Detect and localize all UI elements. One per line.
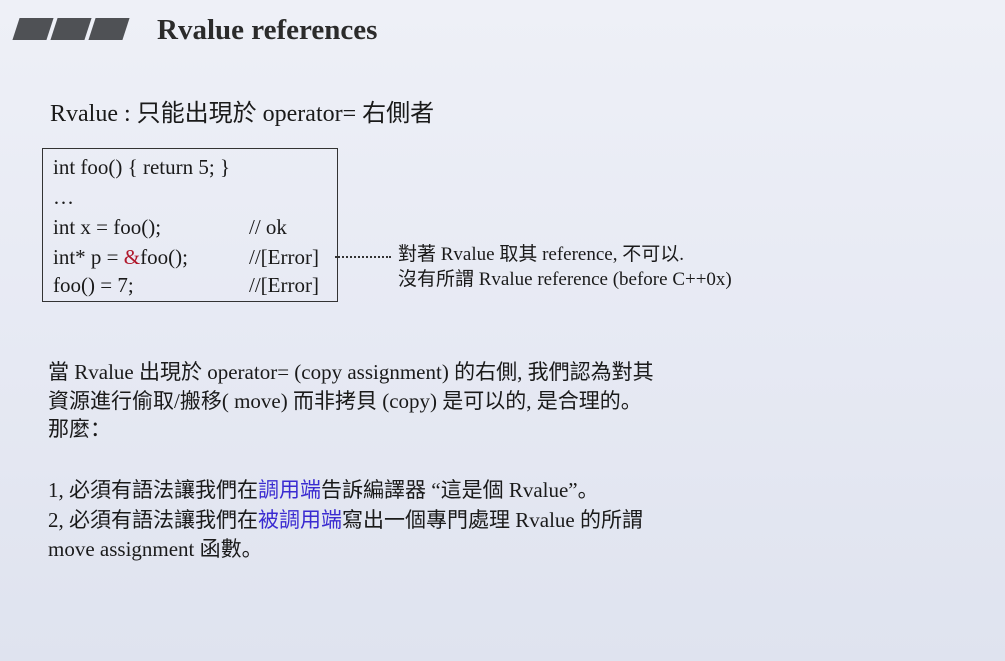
annotation-leader-line — [335, 256, 391, 258]
body-paragraph-line: 當 Rvalue 出現於 operator= (copy assignment)… — [48, 360, 654, 384]
list-item-text: 寫出一個專門處理 Rvalue 的所謂 — [342, 508, 643, 532]
code-line: int foo() { return 5; } — [53, 155, 231, 179]
header-bar — [50, 18, 92, 40]
annotation-line-2: 沒有所謂 Rvalue reference (before C++0x) — [398, 269, 732, 290]
highlight-callee-side: 被調用端 — [258, 508, 342, 532]
list-item-1: 1, 必須有語法讓我們在調用端告訴編譯器 “這是個 Rvalue”。 — [48, 474, 599, 504]
annotation-line-1: 對著 Rvalue 取其 reference, 不可以. — [398, 244, 684, 265]
code-line: foo() = 7; — [53, 273, 134, 297]
code-line: int x = foo(); — [53, 215, 162, 239]
slide-title: Rvalue references — [157, 14, 378, 46]
list-item-2: 2, 必須有語法讓我們在被調用端寫出一個專門處理 Rvalue 的所謂 — [48, 504, 643, 534]
code-text: int* p = — [53, 245, 124, 269]
slide-subtitle: Rvalue : 只能出現於 operator= 右側者 — [50, 101, 435, 127]
code-comment: // ok — [249, 215, 287, 239]
code-text: foo(); — [140, 245, 188, 269]
list-item-2-continuation: move assignment 函數。 — [48, 537, 263, 561]
header-bar — [12, 18, 54, 40]
code-comment: //[Error] — [249, 245, 319, 269]
body-paragraph-line: 那麼： — [48, 417, 111, 441]
code-line: int* p = &foo(); — [53, 245, 188, 270]
code-comment: //[Error] — [249, 273, 319, 297]
ampersand-operator: & — [123, 245, 141, 269]
list-item-text: 1, 必須有語法讓我們在 — [48, 478, 258, 502]
header-bar — [88, 18, 130, 40]
header-decoration — [10, 18, 130, 40]
code-box: int foo() { return 5; } … int x = foo();… — [42, 148, 338, 302]
body-paragraph-line: 資源進行偷取/搬移( move) 而非拷貝 (copy) 是可以的, 是合理的。 — [48, 389, 642, 413]
code-line: … — [53, 185, 74, 209]
highlight-caller-side: 調用端 — [258, 478, 321, 502]
list-item-text: 告訴編譯器 “這是個 Rvalue”。 — [321, 478, 599, 502]
list-item-text: 2, 必須有語法讓我們在 — [48, 508, 258, 532]
